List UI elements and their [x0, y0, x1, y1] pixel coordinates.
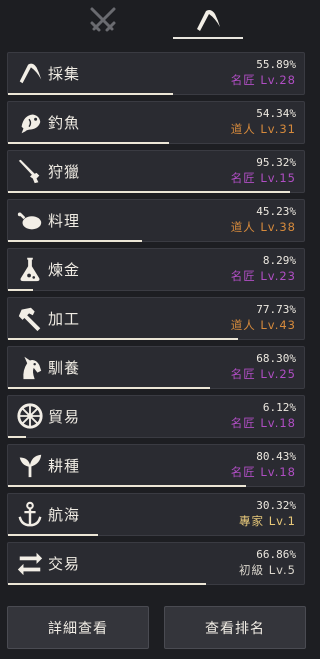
skill-row[interactable]: 馴養 68.30% 名匠 Lv.25: [7, 346, 305, 389]
skill-row[interactable]: 料理 45.23% 道人 Lv.38: [7, 199, 305, 242]
skill-row[interactable]: 釣魚 54.34% 道人 Lv.31: [7, 101, 305, 144]
detail-button[interactable]: 詳細查看: [7, 606, 149, 649]
skill-row[interactable]: 採集 55.89% 名匠 Lv.28: [7, 52, 305, 95]
wheel-icon: [15, 402, 45, 430]
skill-percent: 30.32%: [256, 499, 296, 512]
skill-row[interactable]: 狩獵 95.32% 名匠 Lv.15: [7, 150, 305, 193]
skill-name: 貿易: [48, 408, 81, 426]
skill-row[interactable]: 貿易 6.12% 名匠 Lv.18: [7, 395, 305, 438]
skill-percent: 8.29%: [262, 254, 296, 267]
skill-progress-bar: [8, 485, 247, 487]
skill-rank: 名匠 Lv.25: [230, 367, 296, 381]
tab-bar: [0, 0, 314, 40]
life-skill-list: 採集 55.89% 名匠 Lv.28 釣魚 54.34% 道人 Lv.31 狩獵 95.32%…: [7, 52, 305, 591]
skill-row[interactable]: 耕種 80.43% 名匠 Lv.18: [7, 444, 305, 487]
skill-progress-bar: [8, 240, 142, 242]
horse-head-icon: [15, 353, 45, 381]
skill-progress-bar: [8, 436, 27, 438]
skill-row[interactable]: 交易 66.86% 初級 Lv.5: [7, 542, 305, 585]
skill-rank: 初級 Lv.5: [239, 563, 296, 577]
skill-name: 狩獵: [48, 163, 81, 181]
skill-name: 加工: [48, 310, 81, 328]
tab-life[interactable]: [173, 0, 243, 40]
skill-name: 交易: [48, 555, 81, 573]
skill-percent: 95.32%: [256, 156, 296, 169]
skill-rank: 名匠 Lv.15: [230, 171, 296, 185]
skill-percent: 55.89%: [256, 58, 296, 71]
skill-progress-bar: [8, 191, 291, 193]
hammer-icon: [15, 304, 45, 332]
active-tab-indicator: [173, 37, 243, 39]
skill-percent: 45.23%: [256, 205, 296, 218]
skill-rank: 道人 Lv.43: [230, 318, 296, 332]
sprout-icon: [15, 451, 45, 479]
fish-icon: [15, 108, 45, 136]
skill-progress-bar: [8, 93, 174, 95]
skill-name: 煉金: [48, 261, 81, 279]
skill-row[interactable]: 加工 77.73% 道人 Lv.43: [7, 297, 305, 340]
skill-rank: 專家 Lv.1: [239, 514, 296, 528]
skill-percent: 68.30%: [256, 352, 296, 365]
skill-name: 料理: [48, 212, 81, 230]
skill-rank: 道人 Lv.31: [230, 122, 296, 136]
skill-percent: 66.86%: [256, 548, 296, 561]
rifle-icon: [15, 157, 45, 185]
skill-row[interactable]: 航海 30.32% 專家 Lv.1: [7, 493, 305, 536]
skill-percent: 54.34%: [256, 107, 296, 120]
skill-progress-bar: [8, 338, 239, 340]
flask-icon: [15, 255, 45, 283]
skill-row[interactable]: 煉金 8.29% 名匠 Lv.23: [7, 248, 305, 291]
sickle-icon: [15, 59, 45, 87]
skill-rank: 道人 Lv.38: [230, 220, 296, 234]
skill-rank: 名匠 Lv.23: [230, 269, 296, 283]
skill-name: 馴養: [48, 359, 81, 377]
skill-percent: 80.43%: [256, 450, 296, 463]
skill-rank: 名匠 Lv.18: [230, 465, 296, 479]
ranking-button[interactable]: 查看排名: [164, 606, 306, 649]
skill-rank: 名匠 Lv.28: [230, 73, 296, 87]
anchor-icon: [15, 500, 45, 528]
skill-progress-bar: [8, 142, 169, 144]
skill-name: 航海: [48, 506, 81, 524]
sickle-icon: [193, 5, 223, 35]
skill-name: 耕種: [48, 457, 81, 475]
crossed-swords-icon: [87, 4, 119, 36]
skill-name: 採集: [48, 65, 81, 83]
tab-combat[interactable]: [68, 0, 138, 40]
skill-progress-bar: [8, 583, 206, 585]
skill-progress-bar: [8, 534, 98, 536]
skill-name: 釣魚: [48, 114, 81, 132]
skill-progress-bar: [8, 289, 33, 291]
roast-chicken-icon: [15, 206, 45, 234]
skill-percent: 77.73%: [256, 303, 296, 316]
skill-progress-bar: [8, 387, 211, 389]
exchange-arrows-icon: [15, 549, 45, 577]
skill-rank: 名匠 Lv.18: [230, 416, 296, 430]
skill-percent: 6.12%: [262, 401, 296, 414]
